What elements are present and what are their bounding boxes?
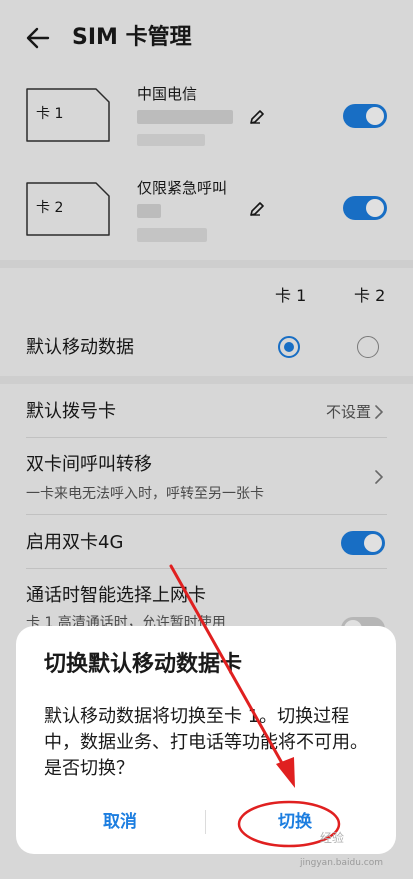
- dialog-title: 切换默认移动数据卡: [44, 652, 243, 677]
- watermark-logo: 经验: [320, 831, 345, 845]
- watermark-url: jingyan.baidu.com: [299, 858, 383, 868]
- cancel-button[interactable]: 取消: [60, 806, 180, 838]
- sim-management-screen: SIM 卡管理 卡 1 中国电信 卡 2 仅限紧急呼叫 卡 1 卡 2 默认移动…: [0, 0, 413, 879]
- dialog-message: 默认移动数据将切换至卡 1。切换过程中，数据业务、打电话等功能将不可用。是否切换…: [44, 706, 368, 779]
- switch-data-dialog: 切换默认移动数据卡 默认移动数据将切换至卡 1。切换过程中，数据业务、打电话等功…: [16, 626, 396, 854]
- button-separator: [205, 810, 206, 834]
